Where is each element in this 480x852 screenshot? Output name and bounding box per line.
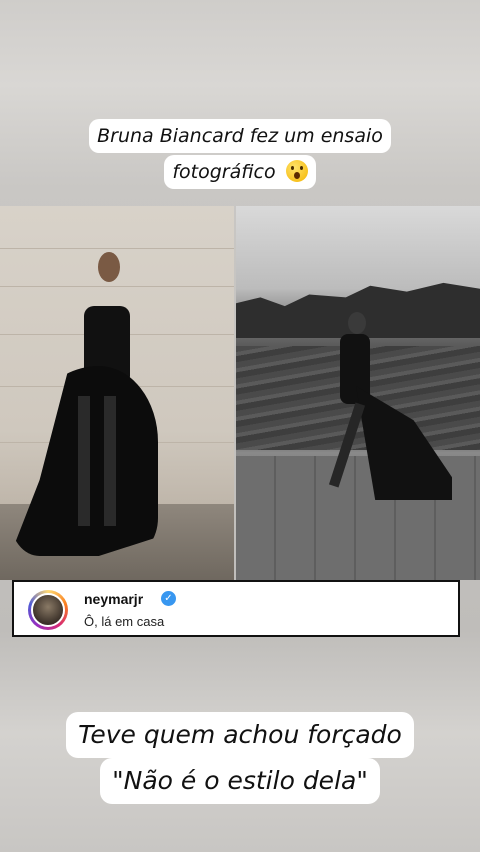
comment-username[interactable]: neymarjr	[84, 591, 143, 607]
bottom-caption: Teve quem achou forçado "Não é o estilo …	[0, 712, 480, 804]
top-caption-line-2: fotográfico	[164, 155, 316, 189]
top-caption-line-1: Bruna Biancard fez um ensaio	[89, 119, 391, 153]
astonished-face-icon	[285, 160, 308, 182]
bottom-caption-line-2: "Não é o estilo dela"	[100, 758, 380, 804]
avatar-story-ring[interactable]	[28, 590, 68, 630]
model-figure-right	[348, 312, 366, 334]
comment-text: Ô, lá em casa	[84, 614, 165, 629]
verified-badge-icon: ✓	[161, 591, 176, 606]
avatar[interactable]	[31, 593, 65, 627]
photo-right	[236, 206, 480, 580]
photo-left	[0, 206, 234, 580]
top-caption: Bruna Biancard fez um ensaio fotográfico	[0, 118, 480, 190]
bottom-caption-line-1: Teve quem achou forçado	[66, 712, 414, 758]
top-caption-line-2-text: fotográfico	[172, 161, 276, 183]
comment-card: neymarjr ✓ Ô, lá em casa	[12, 580, 460, 637]
